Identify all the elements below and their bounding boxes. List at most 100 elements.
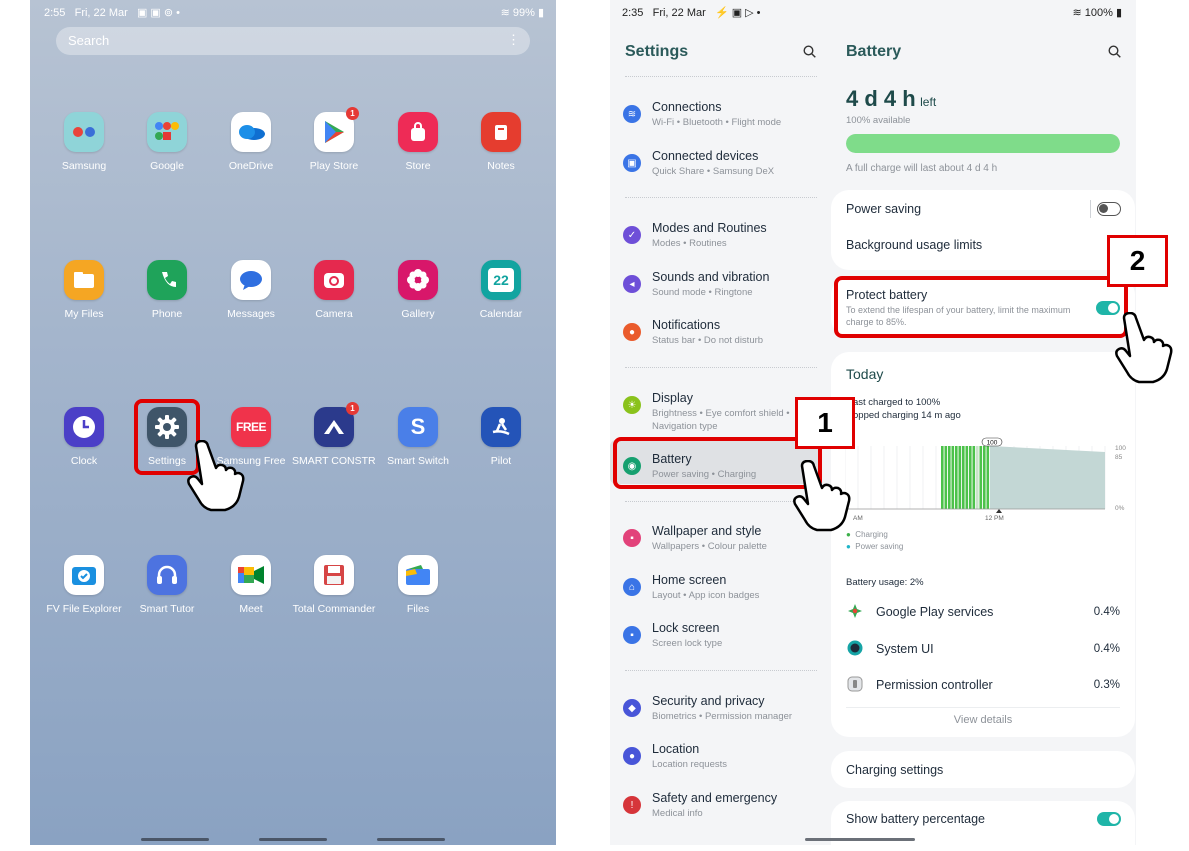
- settings-item-location[interactable]: ● Location Location requests: [610, 742, 820, 786]
- app-phone[interactable]: Phone: [125, 260, 209, 320]
- charging-bar: [965, 446, 969, 509]
- settings-item-home-screen[interactable]: ⌂ Home screen Layout • App icon badges: [610, 573, 820, 617]
- hand-pointer-icon: [793, 460, 851, 532]
- charging-bar: [941, 446, 944, 509]
- emergency-icon: !: [623, 796, 641, 814]
- pilot-icon: [481, 407, 521, 447]
- app-messages[interactable]: Messages: [209, 260, 293, 320]
- app-store[interactable]: Store: [376, 112, 460, 172]
- status-time: 2:55: [44, 7, 66, 19]
- app-clock[interactable]: Clock: [42, 407, 126, 467]
- settings-item-connections[interactable]: ≋ Connections Wi-Fi • Bluetooth • Flight…: [610, 100, 820, 144]
- search-bar[interactable]: Search ⋮: [56, 27, 530, 55]
- status-bar-right: ≋ 100% ▮: [1072, 6, 1122, 19]
- today-heading: Today: [846, 366, 884, 382]
- app-total-commander[interactable]: Total Commander: [292, 555, 376, 615]
- settings-item-security[interactable]: ◆ Security and privacy Biometrics • Perm…: [610, 694, 820, 738]
- charging-settings-card[interactable]: Charging settings: [831, 751, 1135, 788]
- devices-icon: ▣: [623, 154, 641, 172]
- app-smart-switch[interactable]: S Smart Switch: [376, 407, 460, 467]
- battery-icon: ▮: [1115, 7, 1122, 19]
- settings-item-display[interactable]: ☀ Display Brightness • Eye comfort shiel…: [610, 391, 820, 435]
- settings-item-lock-screen[interactable]: ▪ Lock screen Screen lock type: [610, 621, 820, 665]
- calendar-icon: 22: [481, 260, 521, 300]
- notification-icons: ⚡ ▣ ▷ •: [714, 7, 761, 19]
- google-folder-icon: [147, 112, 187, 152]
- app-calendar[interactable]: 22 Calendar: [459, 260, 543, 320]
- x-tick-12pm: 12 PM: [985, 515, 1004, 522]
- battery-time-left: 4 d 4 h left: [846, 86, 937, 111]
- view-details-button[interactable]: View details: [831, 714, 1135, 726]
- status-bar-left: 2:55 Fri, 22 Mar ▣ ▣ ⊚ •: [44, 6, 180, 19]
- flower-icon: [398, 260, 438, 300]
- nav-back[interactable]: [377, 838, 445, 841]
- battery-title: Battery: [846, 43, 902, 60]
- settings-title: Settings: [625, 43, 689, 60]
- battery-options-card: Power saving Background usage limits: [831, 190, 1135, 270]
- charging-bar: [951, 446, 955, 509]
- last-charged: ast charged to 100%: [853, 397, 941, 408]
- search-icon[interactable]: [803, 45, 816, 58]
- app-fv-file-explorer[interactable]: FV File Explorer: [42, 555, 126, 615]
- app-files[interactable]: Files: [376, 555, 460, 615]
- usage-row-permission-controller[interactable]: Permission controller 0.3%: [831, 673, 1135, 701]
- smart-construction-icon: 1: [314, 402, 359, 447]
- charging-bar: [944, 446, 948, 509]
- step-1-label: 1: [795, 397, 855, 449]
- settings-item-connected-devices[interactable]: ▣ Connected devices Quick Share • Samsun…: [610, 149, 820, 193]
- settings-item-sounds[interactable]: ◂ Sounds and vibration Sound mode • Ring…: [610, 270, 820, 314]
- settings-item-wallpaper[interactable]: ▪ Wallpaper and style Wallpapers • Colou…: [610, 524, 820, 568]
- settings-item-notifications[interactable]: ● Notifications Status bar • Do not dist…: [610, 318, 820, 362]
- google-files-icon: [398, 555, 438, 595]
- power-saving-toggle[interactable]: [1097, 202, 1121, 216]
- app-meet[interactable]: Meet: [209, 555, 293, 615]
- messages-icon: [231, 260, 271, 300]
- app-my-files[interactable]: My Files: [42, 260, 126, 320]
- full-charge-note: A full charge will last about 4 d 4 h: [846, 163, 998, 174]
- status-bar-left: 2:35 Fri, 22 Mar ⚡ ▣ ▷ •: [622, 7, 761, 19]
- file-check-icon: [64, 555, 104, 595]
- y-tick-0: 0%: [1115, 505, 1125, 512]
- calendar-date: 22: [488, 268, 514, 292]
- divider: [625, 76, 817, 77]
- nav-home[interactable]: [259, 838, 327, 841]
- meet-icon: [231, 555, 271, 595]
- charging-bar: [979, 446, 983, 509]
- camera-icon: [314, 260, 354, 300]
- charging-bar: [969, 446, 972, 509]
- sun-icon: ☀: [623, 396, 641, 414]
- settings-screen: 2:35 Fri, 22 Mar ⚡ ▣ ▷ • ≋ 100% ▮ Settin…: [610, 0, 1136, 845]
- charging-bar: [958, 446, 962, 509]
- hand-pointer-icon: [1115, 312, 1173, 384]
- clock-icon: [64, 407, 104, 447]
- background-usage-limits[interactable]: Background usage limits: [846, 238, 982, 252]
- settings-item-modes-routines[interactable]: ✓ Modes and Routines Modes • Routines: [610, 221, 820, 265]
- app-play-store[interactable]: 1 Play Store: [292, 107, 376, 172]
- today-card: Today ast charged to 100% opped charging…: [831, 352, 1135, 737]
- app-samsung[interactable]: Samsung: [42, 112, 126, 172]
- app-google[interactable]: Google: [125, 112, 209, 172]
- notification-badge: 1: [346, 107, 359, 120]
- floppy-disk-icon: [314, 555, 354, 595]
- app-smart-tutor[interactable]: Smart Tutor: [125, 555, 209, 615]
- power-saving-label[interactable]: Power saving: [846, 202, 921, 216]
- nav-home-handle[interactable]: [805, 838, 915, 841]
- app-onedrive[interactable]: OneDrive: [209, 112, 293, 172]
- app-notes[interactable]: Notes: [459, 112, 543, 172]
- app-camera[interactable]: Camera: [292, 260, 376, 320]
- search-icon[interactable]: [1108, 45, 1121, 58]
- notes-icon: [481, 112, 521, 152]
- usage-row-system-ui[interactable]: System UI 0.4%: [831, 637, 1135, 665]
- app-pilot[interactable]: Pilot: [459, 407, 543, 467]
- battery-level: 100%: [1084, 7, 1113, 19]
- app-smart-construction[interactable]: 1 SMART CONSTR...: [292, 402, 376, 467]
- show-percentage-toggle[interactable]: [1097, 812, 1121, 826]
- wifi-icon: ≋: [500, 7, 510, 19]
- bell-icon: ●: [623, 323, 641, 341]
- more-options-icon[interactable]: ⋮: [507, 32, 520, 48]
- settings-item-safety[interactable]: ! Safety and emergency Medical info: [610, 791, 820, 835]
- usage-row-google-play[interactable]: Google Play services 0.4%: [831, 600, 1135, 628]
- app-gallery[interactable]: Gallery: [376, 260, 460, 320]
- smart-switch-icon: S: [398, 407, 438, 447]
- nav-recents[interactable]: [141, 838, 209, 841]
